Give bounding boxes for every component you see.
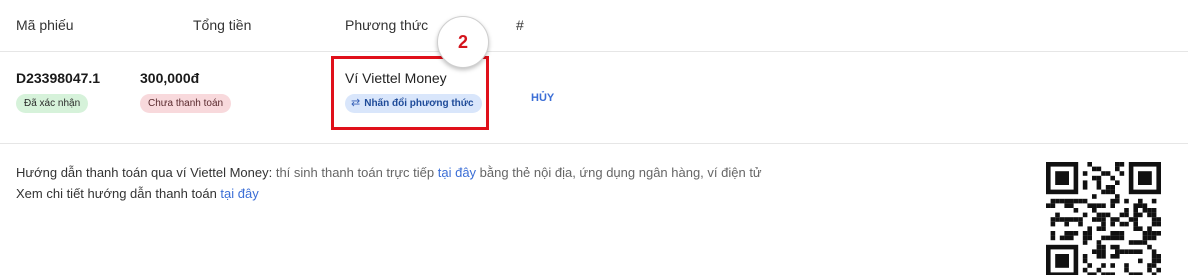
header-method: Phương thức [345,17,429,33]
step-marker: 2 [437,16,489,68]
total-amount: 300,000đ [140,70,200,86]
instruction-text: thí sinh thanh toán trực tiếp [272,165,438,180]
cancel-button[interactable]: HỦY [531,92,554,104]
instruction-title: Hướng dẫn thanh toán qua ví Viettel Mone… [16,165,273,180]
guide-text: Xem chi tiết hướng dẫn thanh toán [16,186,221,201]
pay-here-link[interactable]: tại đây [438,165,476,180]
ticket-code: D23398047.1 [16,70,101,86]
guide-link[interactable]: tại đây [220,186,258,201]
instruction-line-2: Xem chi tiết hướng dẫn thanh toán tại đâ… [16,183,762,204]
header-total: Tổng tiền [193,17,252,33]
payment-instructions: Hướng dẫn thanh toán qua ví Viettel Mone… [16,162,762,204]
qr-code-image [1046,162,1161,275]
header-hash: # [516,17,524,33]
table-header: Mã phiếu Tổng tiền Phương thức # [0,0,1188,52]
payment-status-badge: Chưa thanh toán [140,94,232,113]
instruction-text-2: bằng thẻ nội địa, ứng dụng ngân hàng, ví… [476,165,762,180]
header-code: Mã phiếu [16,17,74,33]
table-row: D23398047.1 Đã xác nhận 300,000đ Chưa th… [0,52,1188,144]
status-badge: Đã xác nhận [16,94,89,113]
instruction-line-1: Hướng dẫn thanh toán qua ví Viettel Mone… [16,162,762,183]
